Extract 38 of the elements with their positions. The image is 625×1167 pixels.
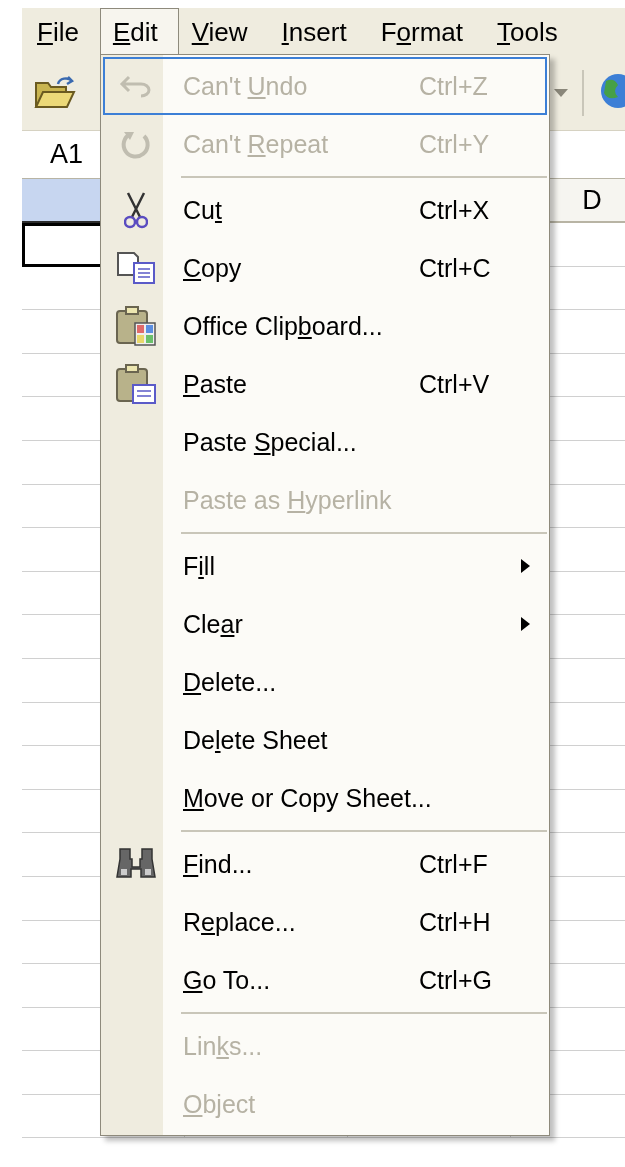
menu-bar-item[interactable]: Format <box>367 8 484 55</box>
shortcut-text: Ctrl+C <box>419 253 491 283</box>
menu-item[interactable]: Move or Copy Sheet... <box>103 769 547 827</box>
clipboard-grid-icon <box>115 305 157 347</box>
shortcut-text: Ctrl+G <box>419 965 492 995</box>
menu-bar-item[interactable]: View <box>178 8 269 55</box>
menu-item[interactable]: Fill <box>103 537 547 595</box>
binoculars-icon <box>116 847 156 881</box>
shortcut-text: Ctrl+H <box>419 907 491 937</box>
submenu-arrow-icon <box>521 559 530 573</box>
menu-item[interactable]: Paste Ctrl+V <box>103 355 547 413</box>
copy-documents-icon <box>116 251 156 285</box>
shortcut-text: Ctrl+Z <box>419 71 488 101</box>
menu-bar-item[interactable]: Edit <box>99 8 179 55</box>
menu-item[interactable]: Go To... Ctrl+G <box>103 951 547 1009</box>
menu-item[interactable]: Copy Ctrl+C <box>103 239 547 297</box>
menu-bar-item[interactable]: File <box>24 8 100 55</box>
undo-arrow-icon <box>119 73 153 99</box>
open-folder-icon[interactable] <box>34 74 76 111</box>
shortcut-text: Ctrl+F <box>419 849 488 879</box>
menu-item[interactable]: Cut Ctrl+X <box>103 181 547 239</box>
menu-item[interactable]: Replace... Ctrl+H <box>103 893 547 951</box>
menu-item[interactable]: Find... Ctrl+F <box>103 835 547 893</box>
name-box[interactable]: A1 <box>50 139 84 170</box>
submenu-arrow-icon <box>521 617 530 631</box>
scissors-icon <box>124 191 148 229</box>
menu-bar-item[interactable]: Tools <box>484 8 579 55</box>
clipboard-icon <box>115 363 157 405</box>
menu-item[interactable]: Office Clipboard... <box>103 297 547 355</box>
menu-item[interactable]: Paste Special... <box>103 413 547 471</box>
menu-item[interactable]: Delete... <box>103 653 547 711</box>
shortcut-text: Ctrl+Y <box>419 129 490 159</box>
menu-item[interactable]: Clear <box>103 595 547 653</box>
dropdown-arrow-icon[interactable] <box>554 88 568 97</box>
menu-item[interactable]: Delete Sheet <box>103 711 547 769</box>
shortcut-text: Ctrl+X <box>419 195 490 225</box>
shortcut-text: Ctrl+V <box>419 369 490 399</box>
menu-bar-item[interactable]: Insert <box>268 8 368 55</box>
